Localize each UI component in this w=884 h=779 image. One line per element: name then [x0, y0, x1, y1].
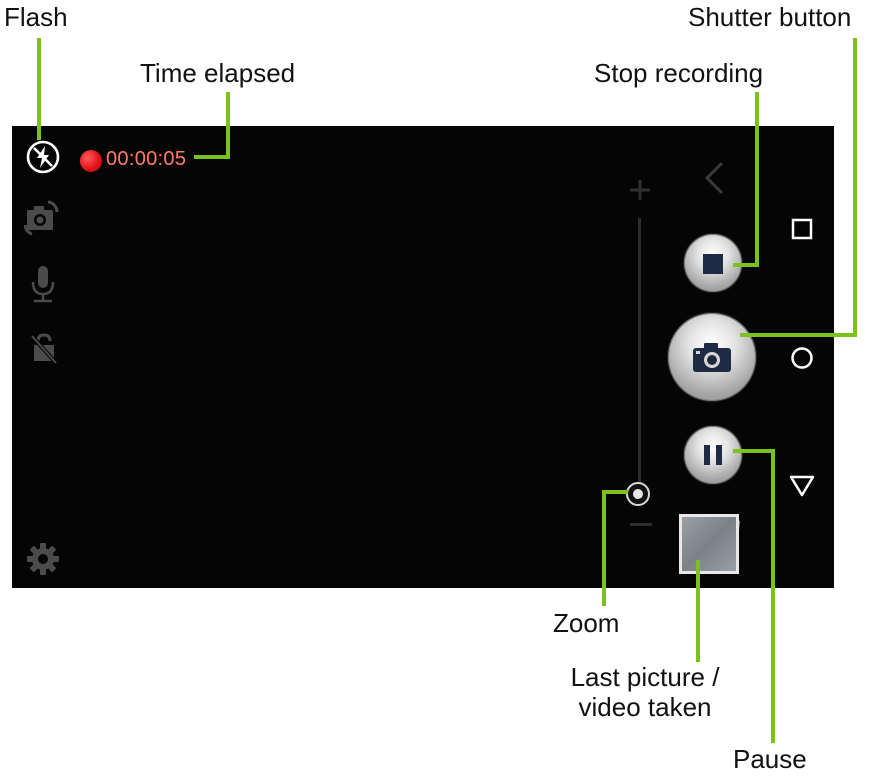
camera-screen: 00:00:05 [12, 126, 834, 588]
pause-callout-line-v [771, 449, 775, 743]
time-elapsed-callout: Time elapsed [140, 58, 296, 88]
last-picture-callout-line1: Last picture / [570, 662, 720, 692]
last-picture-callout: Last picture / video taken [560, 662, 730, 723]
home-icon[interactable] [790, 346, 814, 370]
flash-callout: Flash [4, 2, 68, 32]
switch-camera-icon[interactable] [24, 198, 60, 238]
last-picture-callout-line [696, 560, 700, 662]
settings-icon[interactable] [26, 542, 60, 576]
back-triangle-icon[interactable] [789, 474, 815, 498]
pause-icon-bar-left [704, 445, 710, 465]
back-chevron-icon[interactable] [702, 160, 726, 196]
lock-off-icon[interactable] [30, 332, 60, 364]
stop-icon [703, 254, 723, 274]
zoom-callout-line-h [602, 490, 628, 494]
last-media-thumbnail[interactable] [682, 517, 736, 571]
camera-icon [693, 343, 731, 372]
stop-recording-callout-line-h [733, 263, 759, 267]
zoom-callout: Zoom [553, 608, 620, 638]
stop-recording-callout: Stop recording [594, 58, 764, 88]
recording-indicator [80, 150, 102, 172]
zoom-slider-track[interactable] [638, 218, 641, 486]
microphone-icon[interactable] [30, 264, 56, 304]
zoom-slider-thumb[interactable] [626, 482, 650, 506]
pause-icon-bar-right [716, 445, 722, 465]
shutter-callout-line-v [853, 38, 857, 337]
zoom-callout-line-v [602, 490, 606, 606]
zoom-out-icon[interactable] [630, 523, 652, 526]
pause-button[interactable] [684, 426, 742, 484]
elapsed-time: 00:00:05 [106, 148, 187, 170]
flash-callout-line [37, 38, 41, 140]
flash-off-icon[interactable] [26, 140, 60, 174]
stop-recording-callout-line-v [755, 92, 759, 267]
time-elapsed-callout-line-h [194, 155, 230, 159]
shutter-button-callout: Shutter button [688, 2, 852, 32]
time-elapsed-callout-line-v [226, 92, 230, 158]
zoom-in-icon[interactable] [628, 178, 652, 202]
last-picture-callout-line2: video taken [578, 691, 712, 722]
recent-apps-icon[interactable] [791, 218, 813, 240]
pause-callout: Pause [733, 744, 807, 774]
pause-callout-line-h [733, 449, 775, 453]
shutter-callout-line-h [740, 333, 857, 337]
shutter-button[interactable] [668, 313, 756, 401]
